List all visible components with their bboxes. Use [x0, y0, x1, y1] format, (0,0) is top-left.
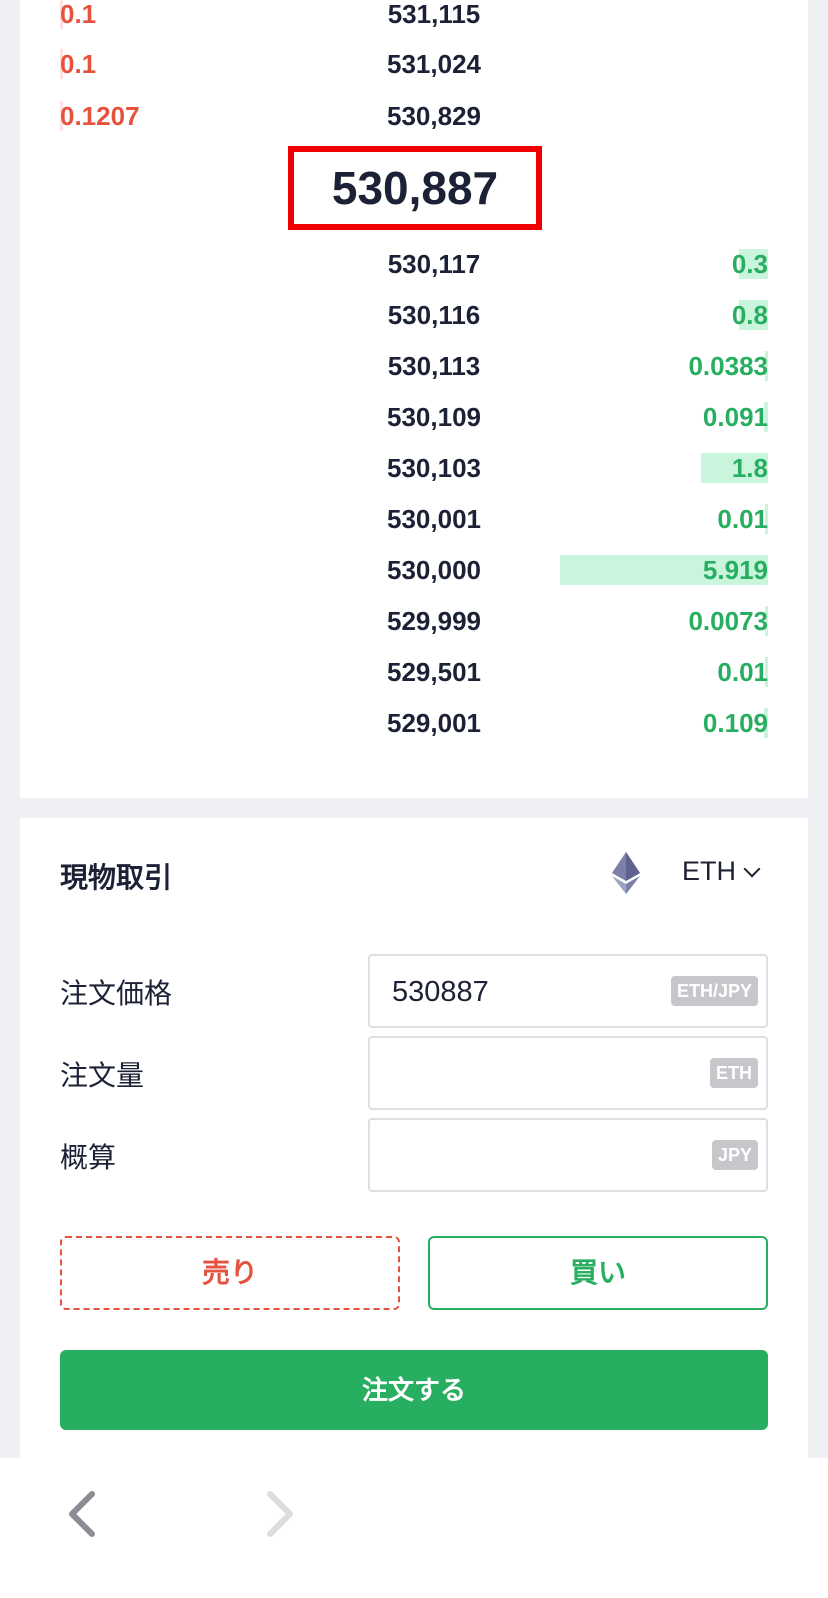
bid-size: 1.8	[731, 453, 768, 483]
bid-price: 529,999	[387, 606, 481, 636]
bid-size: 0.109	[702, 708, 768, 738]
ask-price: 530,829	[387, 101, 481, 131]
panel-title: 現物取引	[60, 862, 173, 893]
bid-size: 0.01	[717, 657, 768, 687]
symbol-label: ETH	[682, 856, 736, 886]
ask-row[interactable]: 0.1207 530,829	[20, 96, 808, 136]
bid-row[interactable]: 529,501 0.01	[20, 652, 808, 692]
buy-button[interactable]: 買い	[428, 1236, 768, 1310]
sell-button[interactable]: 売り	[60, 1236, 400, 1310]
ask-price: 531,115	[387, 0, 481, 29]
chevron-right-icon[interactable]	[252, 1486, 302, 1542]
estimate-unit: JPY	[711, 1140, 758, 1170]
order-price-value: 530887	[392, 976, 489, 1008]
ask-price: 531,024	[387, 49, 481, 79]
bid-price: 529,001	[387, 708, 481, 738]
bid-price: 530,000	[387, 555, 481, 585]
bid-size: 0.0073	[688, 606, 768, 636]
bid-row[interactable]: 529,001 0.109	[20, 703, 808, 743]
bid-price: 530,117	[387, 249, 481, 279]
order-price-field[interactable]: 530887 ETH/JPY	[368, 954, 768, 1028]
estimate-label: 概算	[60, 1142, 117, 1173]
ask-row[interactable]: 0.1 531,115	[20, 0, 808, 34]
bid-row[interactable]: 530,113 0.0383	[20, 346, 808, 386]
bid-price: 530,113	[387, 351, 481, 381]
order-amount-field[interactable]: ETH	[368, 1036, 768, 1110]
bid-price: 530,001	[387, 504, 481, 534]
estimate-field[interactable]: JPY	[368, 1118, 768, 1192]
browser-nav-bar	[0, 1458, 828, 1598]
bid-size: 0.091	[702, 402, 768, 432]
spot-trade-panel: 現物取引 ETH 注文価格 530887 ETH/JPY 注文量 ETH 概算 …	[20, 818, 808, 1458]
symbol-selector[interactable]: ETH	[682, 856, 761, 887]
order-amount-unit: ETH	[710, 1058, 758, 1088]
last-price: 530,887	[331, 162, 499, 214]
bid-price: 529,501	[387, 657, 481, 687]
bid-row[interactable]: 530,000 5.919	[20, 550, 808, 590]
ask-size: 0.1	[60, 0, 97, 29]
bid-size: 0.0383	[688, 351, 768, 381]
order-price-label: 注文価格	[60, 978, 173, 1009]
last-price-highlight: 530,887	[288, 146, 542, 230]
bid-row[interactable]: 530,001 0.01	[20, 499, 808, 539]
ask-size: 0.1207	[60, 101, 140, 131]
bid-price: 530,116	[387, 300, 481, 330]
bid-size: 0.3	[731, 249, 768, 279]
ethereum-icon	[612, 852, 640, 894]
bid-row[interactable]: 530,116 0.8	[20, 295, 808, 335]
bid-row[interactable]: 529,999 0.0073	[20, 601, 808, 641]
chevron-left-icon[interactable]	[60, 1486, 110, 1542]
order-price-unit: ETH/JPY	[670, 976, 758, 1006]
submit-order-button[interactable]: 注文する	[60, 1350, 768, 1430]
bid-size: 0.8	[731, 300, 768, 330]
chevron-down-icon	[743, 860, 761, 877]
bid-size: 5.919	[702, 555, 768, 585]
ask-row[interactable]: 0.1 531,024	[20, 44, 808, 84]
bid-row[interactable]: 530,109 0.091	[20, 397, 808, 437]
bid-price: 530,103	[387, 453, 481, 483]
bid-size: 0.01	[717, 504, 768, 534]
bid-price: 530,109	[387, 402, 481, 432]
ask-size: 0.1	[60, 49, 97, 79]
bid-row[interactable]: 530,103 1.8	[20, 448, 808, 488]
bid-row[interactable]: 530,117 0.3	[20, 244, 808, 284]
order-book: 0.1 531,115 0.1 531,024 0.1207 530,829 530,88…	[20, 0, 808, 798]
order-amount-label: 注文量	[60, 1060, 145, 1091]
